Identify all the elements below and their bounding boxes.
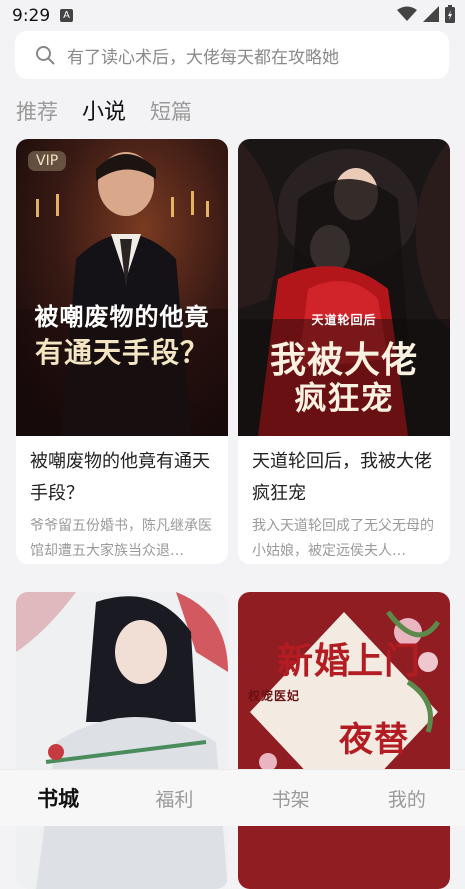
tab-short[interactable]: 短篇: [150, 96, 192, 126]
status-bar: 9:29 A: [0, 0, 465, 32]
wifi-icon: [397, 6, 417, 21]
vip-badge: VIP: [28, 151, 67, 171]
book-description: 爷爷留五份婚书，陈凡继承医馆却遭五大家族当众退…: [30, 518, 212, 559]
cover-side-text: 权宠医妃: [247, 689, 300, 703]
tab-recommend[interactable]: 推荐: [16, 96, 58, 126]
search-placeholder: 有了读心术后，大佬每天都在攻略她: [67, 47, 339, 68]
nav-bookstore[interactable]: 书城: [0, 783, 116, 813]
tab-novel[interactable]: 小说: [82, 94, 126, 126]
book-card[interactable]: VIP 被嘲废物的他竟 有通天手段？ 被嘲废物的他竟有通天手段？ 爷爷留五份婚书…: [16, 139, 228, 564]
cell-signal-icon: [423, 6, 439, 22]
nav-bookshelf[interactable]: 书架: [233, 785, 349, 812]
bottom-nav: 书城 福利 书架 我的: [0, 769, 465, 826]
notification-a-icon: A: [60, 9, 73, 22]
book-cover[interactable]: 天道轮回后 我被大佬 疯狂宠: [238, 139, 450, 436]
cover-title-line2: 有通天手段？: [34, 336, 209, 369]
nav-me[interactable]: 我的: [349, 785, 465, 812]
cover-title-line3: 夜替: [339, 720, 409, 760]
search-icon: [36, 46, 55, 65]
cover-title-line2: 疯狂宠: [294, 379, 394, 417]
cover-art: [16, 139, 228, 436]
nav-welfare[interactable]: 福利: [116, 785, 232, 812]
book-card[interactable]: 新婚 上门 夜替 权宠医妃: [238, 592, 450, 889]
search-bar[interactable]: 有了读心术后，大佬每天都在攻略她: [15, 31, 449, 79]
book-card[interactable]: 天道轮回后 我被大佬 疯狂宠 天道轮回后，我被大佬疯狂宠 我入天道轮回成了无父无…: [238, 139, 450, 564]
battery-icon: [445, 5, 455, 23]
cover-title-line1: 被嘲废物的他竟: [34, 303, 210, 331]
category-tabs: 推荐 小说 短篇: [16, 94, 192, 126]
cover-art: [16, 592, 228, 889]
book-title: 被嘲废物的他竟有通天手段？: [30, 451, 210, 504]
book-cover[interactable]: [16, 592, 228, 889]
book-cover[interactable]: 新婚 上门 夜替 权宠医妃: [238, 592, 450, 889]
book-title: 天道轮回后，我被大佬疯狂宠: [252, 451, 432, 504]
cover-subtitle: 天道轮回后: [311, 313, 377, 327]
book-cover[interactable]: VIP 被嘲废物的他竟 有通天手段？: [16, 139, 228, 436]
book-description: 我入天道轮回成了无父无母的小姑娘，被定远侯夫人…: [252, 518, 434, 559]
system-icons: [397, 5, 455, 23]
status-time: 9:29: [12, 6, 51, 26]
cover-title-line2: 上门: [346, 641, 421, 682]
book-card[interactable]: [16, 592, 228, 889]
